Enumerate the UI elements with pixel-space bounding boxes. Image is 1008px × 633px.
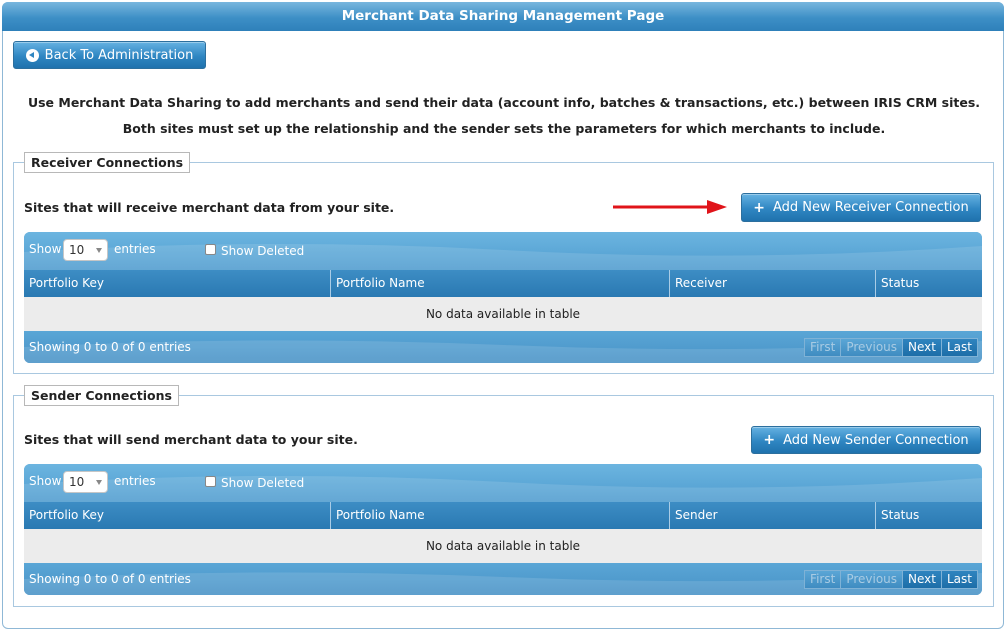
pager-next-button[interactable]: Next [902,338,942,357]
page-length-value: 10 [69,475,85,489]
show-label: Show [29,474,62,488]
show-label: Show [29,242,62,256]
add-sender-connection-button[interactable]: + Add New Sender Connection [751,426,981,454]
entries-label: entries [114,474,156,488]
sender-description: Sites that will send merchant data to yo… [24,432,358,447]
column-portfolio-name[interactable]: Portfolio Name [330,502,669,529]
column-portfolio-key[interactable]: Portfolio Key [24,270,330,297]
wave-decoration [24,475,982,502]
pagination: First Previous Next Last [804,338,978,357]
column-status[interactable]: Status [875,270,982,297]
page-length-value: 10 [69,243,85,257]
page-length-select[interactable]: 10 [63,471,108,493]
show-deleted-label[interactable]: Show Deleted [221,476,304,490]
add-receiver-label: Add New Receiver Connection [773,200,969,215]
sender-table: Show 10 entries Show Deleted Portfolio K… [24,464,982,595]
caret-down-icon [96,480,102,485]
table-info: Showing 0 to 0 of 0 entries [29,572,191,586]
back-circle-icon [25,48,39,62]
back-button-label: Back To Administration [44,47,194,63]
intro-line-2: Both sites must set up the relationship … [122,121,886,136]
show-deleted-checkbox[interactable] [205,476,216,487]
pager-first-button[interactable]: First [804,338,842,357]
receiver-description: Sites that will receive merchant data fr… [24,200,395,215]
entries-label: entries [114,242,156,256]
table-info: Showing 0 to 0 of 0 entries [29,340,191,354]
sender-connections-legend: Sender Connections [24,385,179,406]
intro-line-1: Use Merchant Data Sharing to add merchan… [27,95,981,110]
page-title: Merchant Data Sharing Management Page [2,2,1004,31]
pager-next-button[interactable]: Next [902,570,942,589]
page-length-select[interactable]: 10 [63,239,108,261]
receiver-table: Show 10 entries Show Deleted Portfolio K… [24,232,982,363]
back-to-administration-button[interactable]: Back To Administration [13,41,206,69]
table-header: Portfolio Key Portfolio Name Sender Stat… [24,502,982,529]
wave-decoration [24,243,982,270]
table-toolbar: Show 10 entries Show Deleted [24,464,982,502]
pagination: First Previous Next Last [804,570,978,589]
pager-previous-button[interactable]: Previous [840,338,904,357]
caret-down-icon [96,248,102,253]
table-toolbar: Show 10 entries Show Deleted [24,232,982,270]
column-sender[interactable]: Sender [669,502,875,529]
pager-last-button[interactable]: Last [941,338,978,357]
receiver-connections-legend: Receiver Connections [24,152,191,173]
plus-icon: + [763,432,776,448]
column-portfolio-key[interactable]: Portfolio Key [24,502,330,529]
empty-table-message: No data available in table [24,529,982,563]
pager-last-button[interactable]: Last [941,570,978,589]
add-receiver-connection-button[interactable]: + Add New Receiver Connection [741,193,981,222]
show-deleted-checkbox[interactable] [205,244,216,255]
empty-table-message: No data available in table [24,297,982,331]
table-header: Portfolio Key Portfolio Name Receiver St… [24,270,982,297]
plus-icon: + [753,199,765,216]
red-arrow-icon [613,200,727,214]
column-portfolio-name[interactable]: Portfolio Name [330,270,669,297]
show-deleted-label[interactable]: Show Deleted [221,244,304,258]
table-footer: Showing 0 to 0 of 0 entries First Previo… [24,563,982,595]
column-status[interactable]: Status [875,502,982,529]
column-receiver[interactable]: Receiver [669,270,875,297]
table-footer: Showing 0 to 0 of 0 entries First Previo… [24,331,982,363]
pager-previous-button[interactable]: Previous [840,570,904,589]
pager-first-button[interactable]: First [804,570,842,589]
add-sender-label: Add New Sender Connection [783,432,969,448]
